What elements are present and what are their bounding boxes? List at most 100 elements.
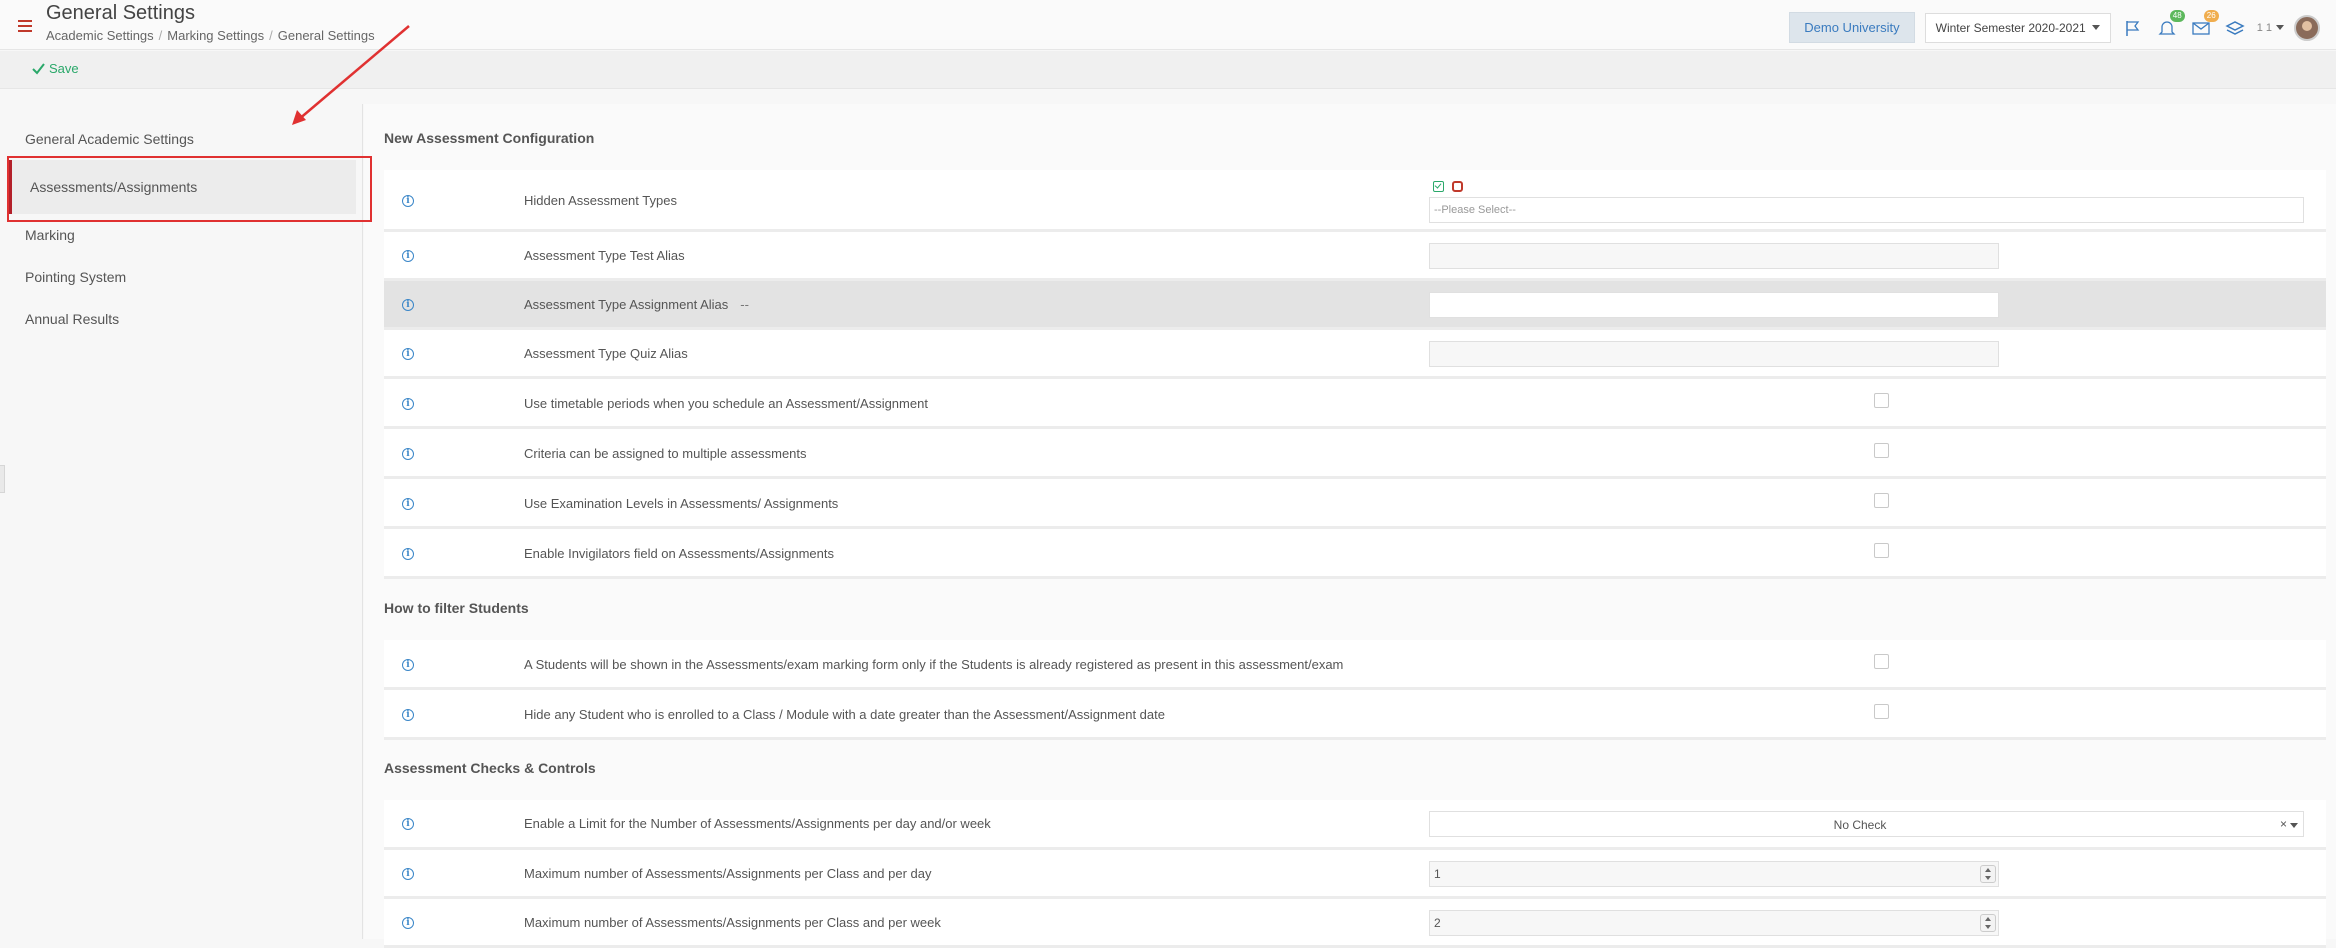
info-icon[interactable]: i [402, 659, 414, 671]
setting-label: Enable a Limit for the Number of Assessm… [524, 816, 991, 831]
setting-row-registered-students: i A Students will be shown in the Assess… [384, 640, 2326, 690]
setting-row-exam-levels: i Use Examination Levels in Assessments/… [384, 479, 2326, 529]
info-icon[interactable]: i [402, 195, 414, 207]
breadcrumb-separator: / [158, 28, 163, 43]
setting-row-invigilators: i Enable Invigilators field on Assessmen… [384, 529, 2326, 579]
university-selector[interactable]: Demo University [1789, 12, 1915, 43]
info-icon[interactable]: i [402, 548, 414, 560]
per-day-number-input[interactable]: 1 [1429, 861, 1999, 887]
flag-icon[interactable] [2121, 16, 2145, 40]
sidebar-edge-tab[interactable] [0, 465, 5, 493]
sidebar-item-general-academic[interactable]: General Academic Settings [0, 118, 362, 160]
registered-students-checkbox[interactable] [1874, 654, 1889, 669]
breadcrumb-marking-settings[interactable]: Marking Settings [167, 28, 264, 43]
deselect-all-icon[interactable] [1452, 181, 1463, 192]
select-all-icon[interactable] [1433, 181, 1444, 192]
setting-row-hidden-types: i Hidden Assessment Types --Please Selec… [384, 170, 2326, 232]
messages-badge: 26 [2203, 9, 2219, 22]
setting-label: A Students will be shown in the Assessme… [524, 657, 1344, 672]
criteria-checkbox[interactable] [1874, 443, 1889, 458]
info-icon[interactable]: i [402, 398, 414, 410]
number-spinner-icon[interactable] [1980, 865, 1996, 883]
chevron-down-icon [2276, 25, 2284, 30]
sidebar-item-label: General Academic Settings [25, 131, 194, 147]
header-actions: Demo University Winter Semester 2020-202… [1789, 9, 2320, 43]
toolbar: Save [0, 51, 2336, 89]
settings-sidebar: General Academic Settings Assessments/As… [0, 104, 363, 939]
top-bar: General Settings Academic Settings / Mar… [0, 0, 2336, 50]
number-spinner-icon[interactable] [1980, 914, 1996, 932]
hide-enrolled-checkbox[interactable] [1874, 704, 1889, 719]
menu-icon[interactable] [18, 20, 32, 32]
section-title-checks-controls: Assessment Checks & Controls [384, 760, 596, 776]
info-icon[interactable]: i [402, 299, 414, 311]
setting-label: Assessment Type Assignment Alias -- [524, 297, 749, 312]
info-icon[interactable]: i [402, 868, 414, 880]
setting-row-per-week: i Maximum number of Assessments/Assignme… [384, 899, 2326, 948]
setting-row-timetable: i Use timetable periods when you schedul… [384, 379, 2326, 429]
bell-icon[interactable]: 48 [2155, 9, 2185, 40]
info-icon[interactable]: i [402, 448, 414, 460]
breadcrumb-academic-settings[interactable]: Academic Settings [46, 28, 154, 43]
setting-label: Hidden Assessment Types [524, 193, 677, 208]
info-icon[interactable]: i [402, 498, 414, 510]
setting-label: Use Examination Levels in Assessments/ A… [524, 496, 839, 511]
setting-row-criteria: i Criteria can be assigned to multiple a… [384, 429, 2326, 479]
timetable-checkbox[interactable] [1874, 393, 1889, 408]
info-icon[interactable]: i [402, 250, 414, 262]
setting-label: Enable Invigilators field on Assessments… [524, 546, 834, 561]
setting-row-quiz-alias: i Assessment Type Quiz Alias [384, 330, 2326, 379]
info-icon[interactable]: i [402, 348, 414, 360]
save-button[interactable]: Save [32, 61, 79, 76]
clear-icon[interactable]: × [2280, 817, 2287, 831]
setting-row-per-day: i Maximum number of Assessments/Assignme… [384, 850, 2326, 899]
chevron-down-icon [2091, 25, 2100, 30]
invigilators-checkbox[interactable] [1874, 543, 1889, 558]
info-icon[interactable]: i [402, 917, 414, 929]
setting-label: Hide any Student who is enrolled to a Cl… [524, 707, 1165, 722]
limit-dropdown[interactable]: No Check × [1429, 811, 2304, 837]
user-number: 1 1 [2256, 21, 2272, 34]
quiz-alias-input[interactable] [1429, 341, 1999, 367]
mail-icon[interactable]: 26 [2189, 9, 2219, 40]
setting-row-limit: i Enable a Limit for the Number of Asses… [384, 800, 2326, 850]
annotation-highlight-box [7, 156, 372, 222]
per-week-value: 2 [1434, 916, 1441, 930]
sidebar-item-pointing-system[interactable]: Pointing System [0, 256, 362, 298]
sidebar-item-label: Pointing System [25, 269, 127, 285]
notifications-badge: 48 [2169, 9, 2185, 22]
sidebar-item-annual-results[interactable]: Annual Results [0, 298, 362, 340]
page-title: General Settings [46, 2, 195, 24]
check-icon [32, 63, 45, 75]
semester-label: Winter Semester 2020-2021 [1935, 20, 2086, 35]
exam-levels-checkbox[interactable] [1874, 493, 1889, 508]
save-label: Save [49, 61, 79, 76]
select-actions [1433, 181, 1463, 192]
sidebar-item-label: Annual Results [25, 311, 120, 327]
avatar[interactable] [2294, 14, 2320, 41]
test-alias-input[interactable] [1429, 243, 1999, 269]
sidebar-item-label: Marking [25, 227, 75, 243]
setting-label: Assessment Type Quiz Alias [524, 346, 688, 361]
limit-value: No Check [1833, 818, 1887, 832]
setting-label: Assessment Type Test Alias [524, 248, 685, 263]
per-day-value: 1 [1434, 867, 1441, 881]
info-icon[interactable]: i [402, 818, 414, 830]
semester-dropdown[interactable]: Winter Semester 2020-2021 [1924, 12, 2111, 43]
section-title-filter-students: How to filter Students [384, 600, 529, 616]
setting-label: Use timetable periods when you schedule … [524, 396, 928, 411]
setting-row-test-alias: i Assessment Type Test Alias [384, 232, 2326, 281]
assignment-alias-input[interactable] [1429, 292, 1999, 318]
chevron-down-icon [2290, 823, 2298, 828]
section-title-new-assessment: New Assessment Configuration [384, 130, 595, 146]
layers-icon[interactable] [2223, 16, 2247, 40]
setting-label: Criteria can be assigned to multiple ass… [524, 446, 807, 461]
setting-row-assignment-alias: i Assessment Type Assignment Alias -- [384, 281, 2326, 330]
per-week-number-input[interactable]: 2 [1429, 910, 1999, 936]
setting-label: Maximum number of Assessments/Assignment… [524, 866, 932, 881]
breadcrumb-separator: / [269, 28, 273, 43]
hidden-types-select[interactable]: --Please Select-- [1429, 197, 2304, 223]
info-icon[interactable]: i [402, 709, 414, 721]
breadcrumb: Academic Settings / Marking Settings / G… [46, 28, 375, 43]
user-menu[interactable]: 1 1 [2257, 22, 2284, 34]
